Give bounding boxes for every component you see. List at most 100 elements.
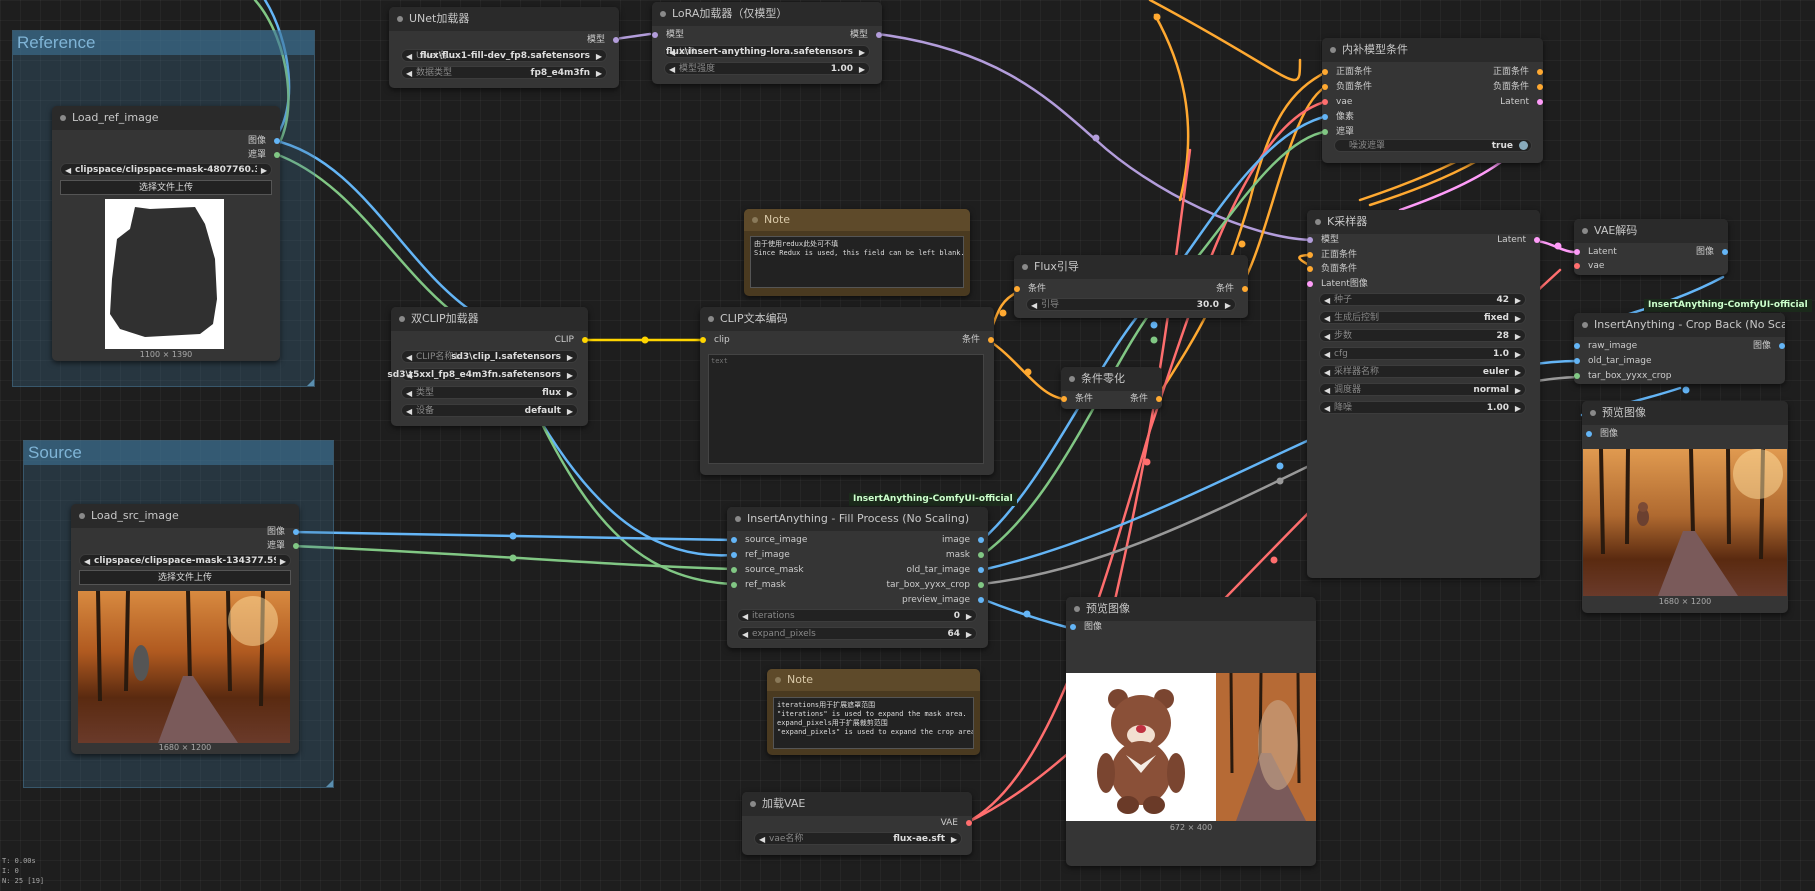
scheduler-combo[interactable]: ◀ 调度器 normal ▶ [1319,383,1526,396]
output-mask[interactable]: mask [946,548,984,562]
input-raw-image[interactable]: raw_image [1574,339,1637,353]
node-dual-clip-loader[interactable]: 双CLIP加载器 CLIP ◀ CLIP名称1 sd3\clip_l.safeten… [387,307,588,426]
input-tar-box[interactable]: tar_box_yyxx_crop [1574,369,1672,383]
node-load-src-image[interactable]: Load_src_image 图像 遮罩 ◀ clipspace/clipspac… [71,504,299,754]
unet-name-combo[interactable]: ◀ UNet名... flux\flux1-fill-dev_fp8.safeten… [401,49,607,62]
input-vae[interactable]: vae [1574,259,1604,273]
node-title[interactable]: 条件零化 [1061,367,1162,391]
output-model[interactable]: 模型 [850,28,882,42]
input-ref-image[interactable]: ref_image [731,548,790,562]
output-conditioning[interactable]: 条件 [962,333,994,347]
input-latent[interactable]: Latent [1574,245,1617,259]
output-model[interactable]: 模型 [587,33,619,47]
input-positive[interactable]: 正面条件 [1322,65,1372,79]
input-pixels[interactable]: 像素 [1322,110,1354,124]
denoise-widget[interactable]: ◀ 降噪 1.00 ▶ [1319,401,1526,414]
output-negative[interactable]: 负面条件 [1493,80,1543,94]
output-conditioning[interactable]: 条件 [1130,392,1162,406]
node-title[interactable]: LoRA加载器（仅模型） [652,2,882,26]
noise-mask-toggle[interactable]: 噪波遮罩 true [1334,139,1532,152]
output-latent[interactable]: Latent [1497,233,1540,247]
upload-button[interactable]: 选择文件上传 [79,570,291,585]
node-title[interactable]: 加载VAE [742,792,972,816]
note-title[interactable]: Note [767,669,980,691]
node-title[interactable]: InsertAnything - Fill Process (No Scalin… [727,507,988,531]
input-negative[interactable]: 负面条件 [1307,262,1357,276]
input-mask[interactable]: 遮罩 [1322,125,1354,139]
steps-widget[interactable]: ◀ 步数 28 ▶ [1319,329,1526,342]
expand-pixels-widget[interactable]: ◀ expand_pixels 64 ▶ [737,627,977,640]
node-crop-back[interactable]: InsertAnything - Crop Back (No Scaling) … [1574,313,1785,384]
input-vae[interactable]: vae [1322,95,1352,109]
node-title[interactable]: InsertAnything - Crop Back (No Scaling) [1574,313,1785,337]
node-fill-process[interactable]: InsertAnything - Fill Process (No Scalin… [727,507,988,648]
node-preview-image-final[interactable]: 预览图像 图像 1680 × 1200 [1582,401,1788,613]
device-combo[interactable]: ◀ 设备 default ▶ [401,404,578,417]
input-conditioning[interactable]: 条件 [1014,282,1046,296]
node-ksampler[interactable]: K采样器 模型 正面条件 负面条件 Latent图像 Latent ◀ 种子 42 ▶… [1307,210,1540,578]
node-vae-decode[interactable]: VAE解码 Latent vae 图像 [1574,219,1728,275]
node-canvas[interactable]: Reference Source Load_ref_image 图像 遮罩 ◀ c… [0,0,1815,891]
clip-type-combo[interactable]: ◀ 类型 flux ▶ [401,386,578,399]
node-title[interactable]: VAE解码 [1574,219,1728,243]
output-conditioning[interactable]: 条件 [1216,282,1248,296]
node-title[interactable]: 双CLIP加载器 [391,307,588,331]
node-title[interactable]: CLIP文本编码 [700,307,994,331]
node-title[interactable]: 内补模型条件 [1322,38,1543,62]
strength-model-slider[interactable]: ◀ 模型强度 1.00 ▶ [664,62,870,75]
seed-widget[interactable]: ◀ 种子 42 ▶ [1319,293,1526,306]
note-text[interactable]: 由于使用redux此处可不填 Since Redux is used, this… [750,236,964,288]
node-inpaint-model-conditioning[interactable]: 内补模型条件 正面条件 负面条件 vae 像素 遮罩 正面条件 负面条件 Lat… [1322,38,1543,163]
node-lora-loader[interactable]: LoRA加载器（仅模型） 模型 模型 ◀ LoR... flux\insert-an… [652,2,882,84]
image-file-combo[interactable]: ◀clipspace/clipspace-mask-4807760.3000 .… [60,163,272,176]
input-model[interactable]: 模型 [652,28,684,42]
node-title[interactable]: UNet加载器 [389,7,619,31]
input-clip[interactable]: clip [700,333,730,347]
output-old-tar-image[interactable]: old_tar_image [907,563,984,577]
input-source-mask[interactable]: source_mask [731,563,804,577]
node-title[interactable]: Load_src_image [71,504,299,528]
group-resize-handle[interactable] [326,780,333,787]
guidance-slider[interactable]: ◀ 引导 30.0 ▶ [1026,298,1236,311]
input-ref-mask[interactable]: ref_mask [731,578,786,592]
node-title[interactable]: 预览图像 [1066,597,1316,621]
input-image[interactable]: 图像 [1070,620,1102,634]
input-conditioning[interactable]: 条件 [1061,392,1093,406]
node-load-ref-image[interactable]: Load_ref_image 图像 遮罩 ◀ clipspace/clipspac… [52,106,280,361]
node-title[interactable]: Load_ref_image [52,106,280,130]
node-title[interactable]: Flux引导 [1014,255,1248,279]
input-model[interactable]: 模型 [1307,233,1339,247]
input-image[interactable]: 图像 [1586,427,1618,441]
input-source-image[interactable]: source_image [731,533,807,547]
output-image[interactable]: 图像 [248,134,280,148]
output-image[interactable]: 图像 [267,525,299,539]
lora-name-combo[interactable]: ◀ LoR... flux\insert-anything-lora.safeten… [664,45,870,58]
control-after-generate-combo[interactable]: ◀ 生成后控制 fixed ▶ [1319,311,1526,324]
weight-dtype-combo[interactable]: ◀ 数据类型 fp8_e4m3fn ▶ [401,66,607,79]
image-file-combo[interactable]: ◀clipspace/clipspace-mask-134377.59999 .… [79,554,291,567]
node-load-vae[interactable]: 加载VAE VAE ◀ vae名称 flux-ae.sft ▶ [742,792,972,855]
clip-name1-combo[interactable]: ◀ CLIP名称1 sd3\clip_l.safetensors ▶ [401,350,578,363]
prompt-textarea[interactable] [708,354,984,464]
output-preview-image[interactable]: preview_image [902,593,984,607]
sampler-name-combo[interactable]: ◀ 采样器名称 euler ▶ [1319,365,1526,378]
cfg-widget[interactable]: ◀ cfg 1.0 ▶ [1319,347,1526,360]
node-title[interactable]: 预览图像 [1582,401,1788,425]
input-positive[interactable]: 正面条件 [1307,248,1357,262]
output-image[interactable]: image [942,533,984,547]
group-resize-handle[interactable] [307,379,314,386]
output-mask[interactable]: 遮罩 [267,539,299,553]
node-preview-image-process[interactable]: 预览图像 图像 672 × 400 [1066,597,1316,866]
vae-name-combo[interactable]: ◀ vae名称 flux-ae.sft ▶ [754,832,962,845]
output-image[interactable]: 图像 [1753,339,1785,353]
input-negative[interactable]: 负面条件 [1322,80,1372,94]
output-positive[interactable]: 正面条件 [1493,65,1543,79]
output-clip[interactable]: CLIP [555,333,588,347]
note-text[interactable]: iterations用于扩展遮罩范围 "iterations" is used … [773,697,974,749]
node-flux-guidance[interactable]: Flux引导 条件 条件 ◀ 引导 30.0 ▶ [1014,255,1248,318]
clip-name2-combo[interactable]: ◀ sd3\t5xxl_fp8_e4m3fn.safetensors ▶ [387,368,578,381]
node-clip-text-encode[interactable]: CLIP文本编码 clip 条件 [700,307,994,475]
output-latent[interactable]: Latent [1500,95,1543,109]
note-redux[interactable]: Note 由于使用redux此处可不填 Since Redux is used,… [744,209,970,296]
node-conditioning-zero-out[interactable]: 条件零化 条件 条件 [1061,367,1162,409]
